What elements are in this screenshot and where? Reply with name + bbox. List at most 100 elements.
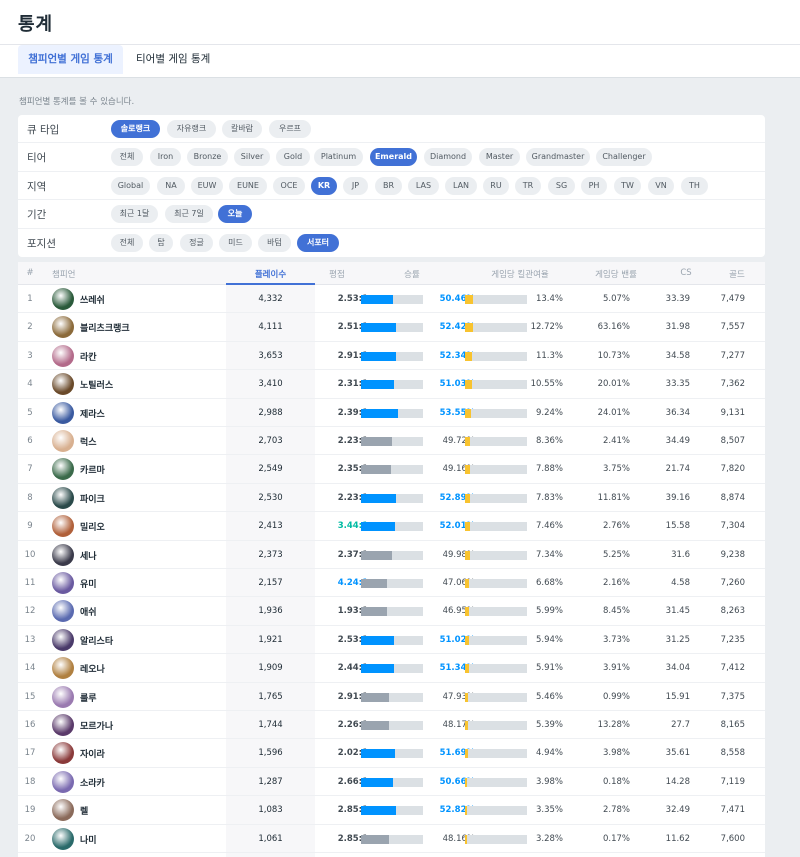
chip-region-jp[interactable]: JP <box>343 176 368 195</box>
chip-tier-all[interactable]: 전체 <box>111 148 143 167</box>
table-row[interactable]: 14 레오나 1,909 2.44:1 51.34% 5.91% 3.91% 34.04 7,4… <box>18 654 765 683</box>
table-row[interactable]: 18 소라카 1,287 2.66:1 50.66% 3.98% 0.18% 14.28 7,1… <box>18 768 765 797</box>
chip-tier-iron[interactable]: Iron <box>150 148 181 167</box>
champion-avatar[interactable] <box>52 742 74 765</box>
champion-name[interactable]: 블리츠크랭크 <box>80 321 130 334</box>
champion-name[interactable]: 자이라 <box>80 747 105 760</box>
champion-name[interactable]: 나미 <box>80 833 97 846</box>
chip-region-tw[interactable]: TW <box>614 176 641 195</box>
chip-tier-master[interactable]: Master <box>479 148 520 167</box>
chip-queue-aram[interactable]: 칼바람 <box>222 120 262 138</box>
champion-avatar[interactable] <box>52 770 74 793</box>
chip-region-kr[interactable]: KR <box>311 176 337 195</box>
table-row[interactable]: 12 애쉬 1,936 1.93:1 46.95% 5.99% 8.45% 31.45 8,26… <box>18 597 765 626</box>
chip-tier-platinum[interactable]: Platinum <box>314 148 363 167</box>
chip-tier-grandmaster[interactable]: Grandmaster <box>526 148 590 167</box>
champion-avatar[interactable] <box>52 486 74 509</box>
chip-region-ph[interactable]: PH <box>581 176 607 195</box>
table-row[interactable]: 16 모르가나 1,744 2.26:1 48.17% 5.39% 13.28% 27.7 8,… <box>18 711 765 740</box>
champion-avatar[interactable] <box>52 344 74 367</box>
champion-avatar[interactable] <box>52 685 74 708</box>
table-row[interactable]: 15 룰루 1,765 2.91:1 47.93% 5.46% 0.99% 15.91 7,37… <box>18 683 765 711</box>
champion-avatar[interactable] <box>52 515 74 538</box>
col-cs[interactable]: CS <box>674 268 698 278</box>
champion-avatar[interactable] <box>52 714 74 736</box>
chip-region-tr[interactable]: TR <box>515 176 541 195</box>
chip-tier-emerald[interactable]: Emerald <box>370 148 417 167</box>
chip-period-today[interactable]: 오늘 <box>218 205 252 224</box>
chip-tier-diamond[interactable]: Diamond <box>424 148 472 167</box>
table-row[interactable]: 8 파이크 2,530 2.23:1 52.89% 7.83% 11.81% 39.16 8,8… <box>18 484 765 513</box>
champion-name[interactable]: 레오나 <box>80 662 105 675</box>
chip-queue-flex[interactable]: 자유랭크 <box>167 120 216 138</box>
table-row[interactable]: 7 카르마 2,549 2.35:1 49.16% 7.88% 3.75% 21.74 7,82… <box>18 455 765 484</box>
chip-tier-challenger[interactable]: Challenger <box>596 148 652 167</box>
champion-avatar[interactable] <box>52 316 74 339</box>
chip-position-support[interactable]: 서포터 <box>297 233 339 252</box>
table-row[interactable]: 20 나미 1,061 2.85:1 48.16% 3.28% 0.17% 11.62 7,60… <box>18 825 765 853</box>
champion-avatar[interactable] <box>52 543 74 566</box>
chip-position-all[interactable]: 전체 <box>111 233 143 252</box>
champion-avatar[interactable] <box>52 401 74 424</box>
champion-avatar[interactable] <box>52 799 74 822</box>
chip-period-month[interactable]: 최근 1달 <box>111 205 158 224</box>
champion-name[interactable]: 모르가나 <box>80 719 113 732</box>
chip-queue-urf[interactable]: 우르프 <box>269 120 311 138</box>
champion-avatar[interactable] <box>52 657 74 680</box>
champion-name[interactable]: 밀리오 <box>80 520 105 533</box>
champion-avatar[interactable] <box>52 600 74 623</box>
table-row[interactable]: 17 자이라 1,596 2.02:1 51.69% 4.94% 3.98% 35.61 8,5… <box>18 739 765 768</box>
col-kill-participation[interactable]: 게임당 킬관여율 <box>480 268 560 280</box>
champion-avatar[interactable] <box>52 458 74 481</box>
champion-name[interactable]: 제라스 <box>80 407 105 420</box>
table-row[interactable]: 1 쓰레쉬 4,332 2.53:1 50.46% 13.4% 5.07% 33.39 7,47… <box>18 285 765 314</box>
col-plays[interactable]: 플레이수 <box>226 268 315 280</box>
chip-region-eune[interactable]: EUNE <box>229 176 267 195</box>
chip-region-br[interactable]: BR <box>375 176 402 195</box>
chip-period-week[interactable]: 최근 7일 <box>165 205 213 224</box>
champion-avatar[interactable] <box>52 827 74 850</box>
chip-region-las[interactable]: LAS <box>408 176 439 195</box>
table-row[interactable]: 2 블리츠크랭크 4,111 2.51:1 52.42% 12.72% 63.16% 31.9… <box>18 313 765 342</box>
champion-name[interactable]: 럭스 <box>80 435 97 448</box>
champion-name[interactable]: 알리스타 <box>80 634 113 647</box>
champion-name[interactable]: 유미 <box>80 577 97 590</box>
tab-tier-stats[interactable]: 티어별 게임 통계 <box>136 45 226 74</box>
table-row[interactable]: 4 노틸러스 3,410 2.31:1 51.03% 10.55% 20.01% 33.35 7… <box>18 370 765 399</box>
chip-region-sg[interactable]: SG <box>548 176 575 195</box>
chip-region-global[interactable]: Global <box>111 176 150 195</box>
champion-name[interactable]: 소라카 <box>80 776 105 789</box>
table-row[interactable]: 6 럭스 2,703 2.23:1 49.72% 8.36% 2.41% 34.49 8,507 <box>18 427 765 456</box>
champion-name[interactable]: 애쉬 <box>80 605 97 618</box>
table-row[interactable]: 5 제라스 2,988 2.39:1 53.55% 9.24% 24.01% 36.34 9,1… <box>18 399 765 427</box>
champion-avatar[interactable] <box>52 288 74 310</box>
chip-position-mid[interactable]: 미드 <box>219 233 252 252</box>
chip-position-bottom[interactable]: 바텀 <box>258 233 291 252</box>
chip-tier-bronze[interactable]: Bronze <box>187 148 228 167</box>
table-row[interactable]: 13 알리스타 1,921 2.53:1 51.02% 5.94% 3.73% 31.25 7,… <box>18 626 765 655</box>
champion-name[interactable]: 노틸러스 <box>80 378 113 391</box>
table-row[interactable]: 10 세나 2,373 2.37:1 49.98% 7.34% 5.25% 31.6 9,238 <box>18 541 765 569</box>
champion-name[interactable]: 파이크 <box>80 492 105 505</box>
col-winrate[interactable]: 승률 <box>392 268 432 280</box>
chip-queue-solo[interactable]: 솔로랭크 <box>111 120 160 138</box>
chip-position-jungle[interactable]: 정글 <box>180 233 213 252</box>
table-row[interactable]: 3 라칸 3,653 2.91:1 52.34% 11.3% 10.73% 34.58 7,27… <box>18 342 765 371</box>
chip-region-lan[interactable]: LAN <box>445 176 477 195</box>
champion-name[interactable]: 라칸 <box>80 350 97 363</box>
table-row[interactable]: 9 밀리오 2,413 3.44:1 52.01% 7.46% 2.76% 15.58 7,30… <box>18 512 765 541</box>
champion-name[interactable]: 세나 <box>80 549 97 562</box>
chip-region-th[interactable]: TH <box>681 176 708 195</box>
chip-position-top[interactable]: 탑 <box>149 233 173 252</box>
chip-tier-silver[interactable]: Silver <box>234 148 270 167</box>
champion-avatar[interactable] <box>52 628 74 651</box>
champion-avatar[interactable] <box>52 430 74 452</box>
champion-name[interactable]: 쓰레쉬 <box>80 293 105 306</box>
col-kda[interactable]: 평점 <box>316 268 358 280</box>
table-row[interactable]: 19 렐 1,083 2.85:1 52.82% 3.35% 2.78% 32.49 7,471 <box>18 796 765 825</box>
champion-avatar[interactable] <box>52 572 74 594</box>
champion-name[interactable]: 카르마 <box>80 463 105 476</box>
chip-region-euw[interactable]: EUW <box>191 176 223 195</box>
champion-name[interactable]: 렐 <box>80 804 88 817</box>
chip-region-oce[interactable]: OCE <box>273 176 305 195</box>
